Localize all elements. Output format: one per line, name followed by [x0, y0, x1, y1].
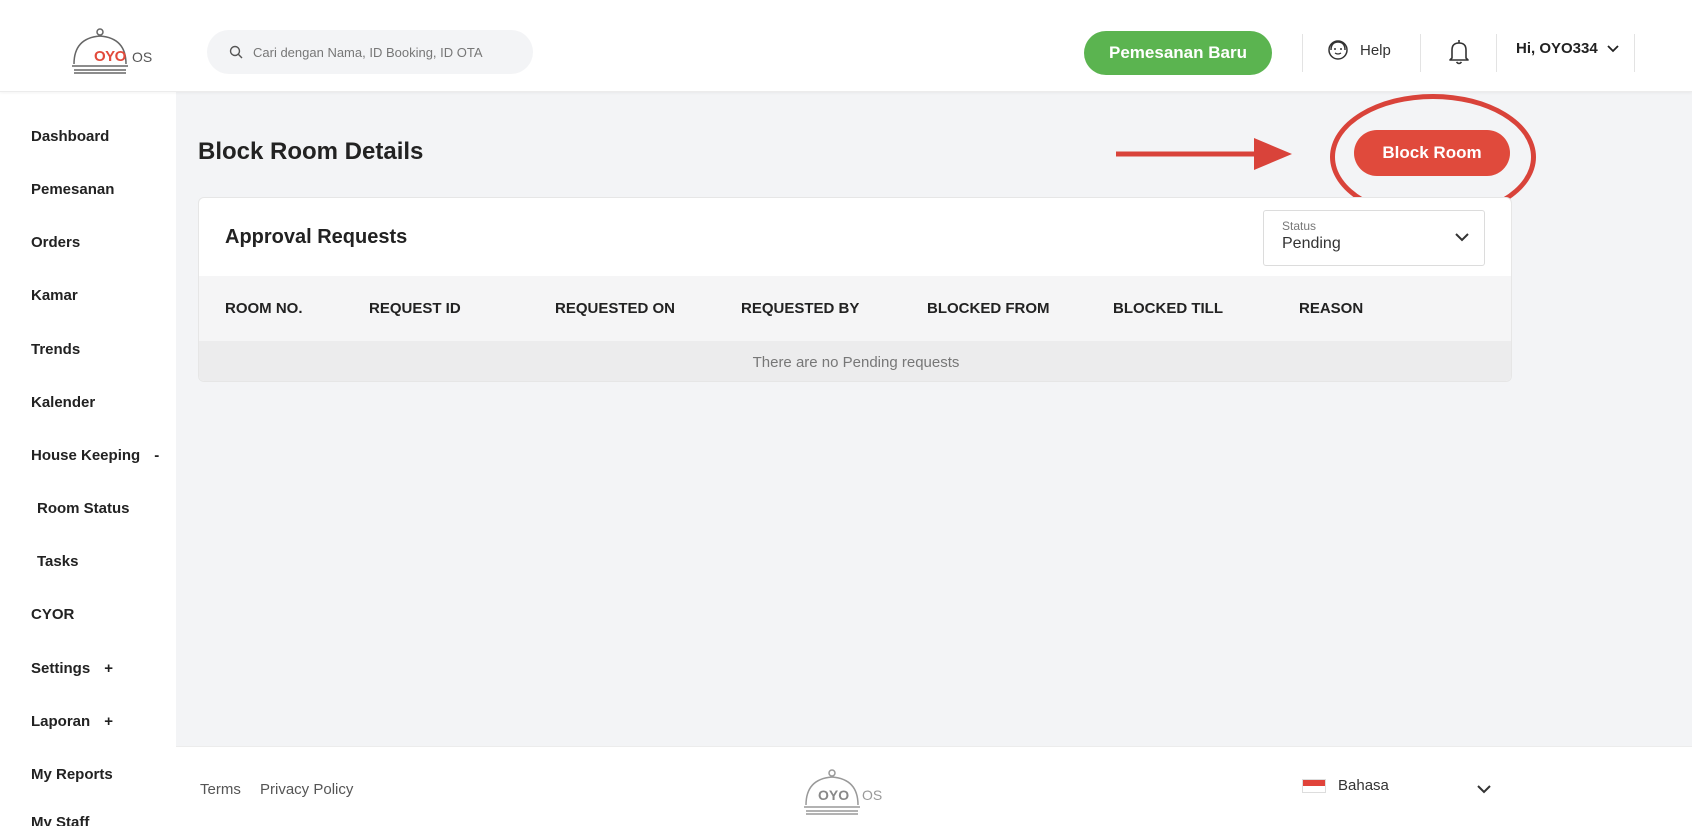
main-content: Block Room Details Block Room Approval R… — [176, 92, 1692, 746]
header-divider — [1634, 34, 1635, 72]
footer-logo-text: OYO — [818, 787, 849, 803]
footer: Terms Privacy Policy OYO OS Bahasa — [176, 746, 1692, 826]
collapse-toggle[interactable]: - — [154, 447, 159, 464]
sidebar-item-cyor[interactable]: CYOR — [31, 606, 74, 623]
help-label: Help — [1360, 41, 1391, 59]
footer-logo: OYO OS — [802, 769, 892, 822]
cloche-logo-icon: OYO OS — [804, 769, 882, 815]
footer-logo-suffix: OS — [862, 787, 882, 803]
sidebar-item-label: Laporan — [31, 713, 91, 730]
bell-icon[interactable] — [1447, 38, 1471, 66]
sidebar-item-house-keeping[interactable]: House Keeping - — [31, 447, 159, 464]
chevron-down-icon — [1607, 44, 1619, 52]
sidebar-item-my-staff[interactable]: My Staff — [31, 814, 89, 826]
annotation-arrow-icon — [1116, 138, 1292, 170]
language-label: Bahasa — [1338, 777, 1389, 794]
column-header-request-id: REQUEST ID — [369, 300, 461, 317]
terms-link[interactable]: Terms — [200, 781, 241, 798]
status-value: Pending — [1282, 235, 1341, 252]
block-room-button[interactable]: Block Room — [1354, 130, 1510, 176]
sidebar-item-label: Pemesanan — [31, 181, 115, 198]
sidebar-item-tasks[interactable]: Tasks — [37, 553, 78, 570]
sidebar-item-dashboard[interactable]: Dashboard — [31, 128, 109, 145]
sidebar-item-kamar[interactable]: Kamar — [31, 287, 78, 304]
new-booking-button[interactable]: Pemesanan Baru — [1084, 31, 1272, 75]
approval-requests-card: Approval Requests Status Pending ROOM NO… — [198, 197, 1512, 382]
page-title: Block Room Details — [198, 138, 424, 165]
search-input[interactable] — [253, 44, 523, 60]
sidebar-item-settings[interactable]: Settings + — [31, 660, 113, 677]
sidebar-item-label: House Keeping — [31, 447, 141, 464]
expand-toggle[interactable]: + — [104, 660, 113, 677]
column-header-blocked-from: BLOCKED FROM — [927, 300, 1050, 317]
sidebar-item-orders[interactable]: Orders — [31, 234, 80, 251]
header-divider — [1420, 34, 1421, 72]
sidebar-item-label: Kalender — [31, 394, 96, 411]
sidebar-item-label: My Reports — [31, 766, 113, 783]
sidebar-item-label: Room Status — [37, 500, 130, 517]
sidebar-item-label: Orders — [31, 234, 81, 251]
search-box[interactable] — [207, 30, 533, 74]
sidebar-item-laporan[interactable]: Laporan + — [31, 713, 113, 730]
help-button[interactable]: Help — [1326, 38, 1391, 62]
user-menu[interactable]: Hi, OYO334 — [1516, 40, 1620, 57]
sidebar-item-label: Settings — [31, 660, 91, 677]
sidebar: Dashboard Pemesanan Orders Kamar Trends … — [0, 92, 176, 826]
sidebar-item-label: Kamar — [31, 287, 78, 304]
sidebar-item-label: CYOR — [31, 606, 75, 623]
support-icon — [1328, 40, 1348, 60]
top-header: OYO OS Pemesanan Baru Help Hi, OYO334 — [0, 0, 1692, 92]
chevron-down-icon — [1455, 233, 1469, 242]
indonesia-flag-icon — [1302, 778, 1326, 793]
sidebar-item-label: My Staff — [31, 814, 90, 826]
status-label: Status — [1282, 219, 1317, 233]
privacy-policy-link[interactable]: Privacy Policy — [260, 781, 353, 798]
table-header: ROOM NO. REQUEST ID REQUESTED ON REQUEST… — [199, 276, 1511, 341]
sidebar-item-trends[interactable]: Trends — [31, 341, 80, 358]
sidebar-item-label: Tasks — [37, 553, 79, 570]
column-header-requested-by: REQUESTED BY — [741, 300, 860, 317]
header-divider — [1496, 34, 1497, 72]
logo-text: OYO — [94, 48, 126, 65]
column-header-requested-on: REQUESTED ON — [555, 300, 676, 317]
search-icon — [229, 45, 243, 59]
sidebar-item-pemesanan[interactable]: Pemesanan — [31, 181, 114, 198]
empty-state-message: There are no Pending requests — [199, 341, 1511, 381]
oyo-os-logo[interactable]: OYO OS — [70, 28, 160, 76]
language-selector[interactable]: Bahasa — [1302, 777, 1389, 794]
sidebar-item-label: Dashboard — [31, 128, 110, 145]
expand-toggle[interactable]: + — [104, 713, 113, 730]
sidebar-item-room-status[interactable]: Room Status — [37, 500, 130, 517]
column-header-room-no: ROOM NO. — [225, 300, 303, 317]
status-dropdown[interactable]: Status Pending — [1263, 210, 1485, 266]
header-divider — [1302, 34, 1303, 72]
column-header-blocked-till: BLOCKED TILL — [1113, 300, 1223, 317]
card-title: Approval Requests — [225, 226, 408, 248]
sidebar-item-label: Trends — [31, 341, 81, 358]
column-header-reason: REASON — [1299, 300, 1364, 317]
sidebar-item-my-reports[interactable]: My Reports — [31, 766, 113, 783]
chevron-down-icon[interactable] — [1476, 783, 1492, 795]
logo-suffix: OS — [132, 49, 153, 65]
sidebar-item-kalender[interactable]: Kalender — [31, 394, 95, 411]
user-greeting: Hi, OYO334 — [1516, 40, 1598, 57]
